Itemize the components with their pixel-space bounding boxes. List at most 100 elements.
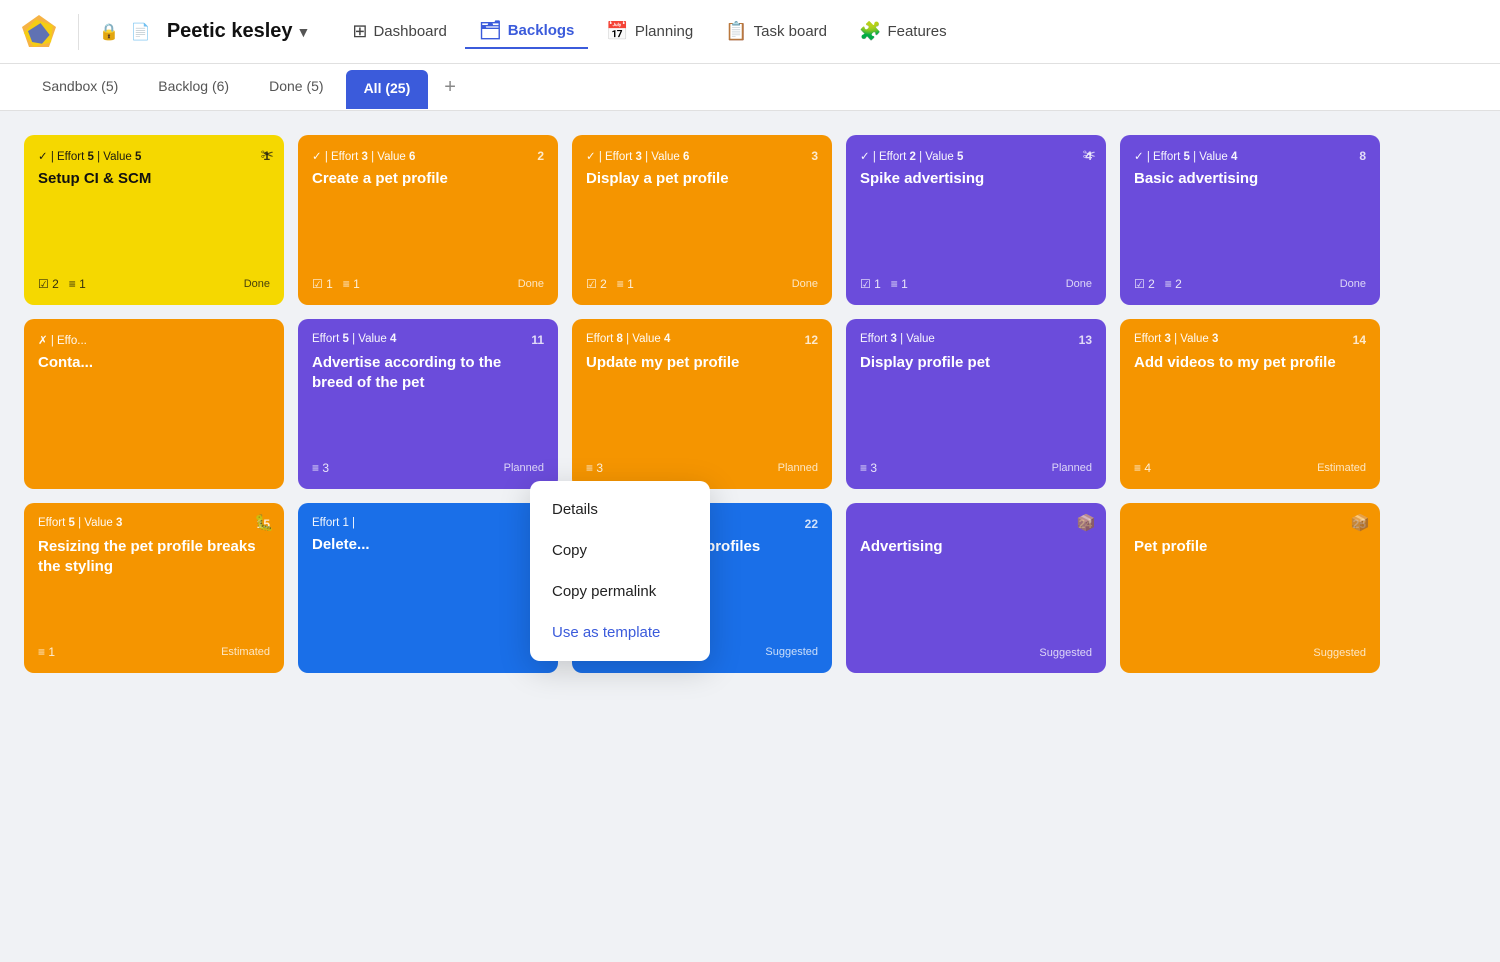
card-meta-2: ✓ | Effort 3 | Value 6 (312, 149, 415, 163)
planning-icon: 📅 (606, 21, 628, 42)
tab-done[interactable]: Done (5) (251, 64, 341, 111)
card-docs-13: ≡ 3 (860, 461, 877, 475)
card-title-25: Pet profile (1134, 537, 1366, 557)
package-icon-24: 📦 (1076, 513, 1096, 533)
taskboard-icon: 📋 (725, 21, 747, 42)
card-resizing-pet-profile[interactable]: Effort 5 | Value 3 15 🐛 Resizing the pet… (24, 503, 284, 673)
nav-backlogs-label: Backlogs (508, 22, 575, 39)
card-docs-11: ≡ 3 (312, 461, 329, 475)
nav-dashboard[interactable]: ⊞ Dashboard (338, 15, 460, 48)
card-num-3: 3 (811, 149, 818, 163)
card-meta-4: ✓ | Effort 2 | Value 5 (860, 149, 963, 163)
card-spike-advertising[interactable]: ✓ | Effort 2 | Value 5 4 ✂ Spike adverti… (846, 135, 1106, 305)
card-docs-15: ≡ 1 (38, 645, 55, 659)
card-status-1: Done (244, 278, 270, 290)
card-meta-14: Effort 3 | Value 3 (1134, 333, 1218, 345)
card-docs-5: ≡ 2 (1165, 277, 1182, 291)
card-setup-ci-scm[interactable]: ✓ | Effort 5 | Value 5 1 ✂ Setup CI & SC… (24, 135, 284, 305)
context-menu-copy[interactable]: Copy (530, 530, 710, 571)
card-status-15: Estimated (221, 646, 270, 658)
card-num-22: 22 (805, 517, 818, 531)
card-title-16: Delete... (312, 535, 544, 555)
card-meta-6: ✗ | Effo... (38, 333, 87, 347)
card-docs-4: ≡ 1 (891, 277, 908, 291)
nav-taskboard[interactable]: 📋 Task board (711, 15, 841, 48)
card-num-11: 11 (531, 333, 544, 347)
card-basic-advertising[interactable]: ✓ | Effort 5 | Value 4 8 Basic advertisi… (1120, 135, 1380, 305)
card-add-videos[interactable]: Effort 3 | Value 3 14 Add videos to my p… (1120, 319, 1380, 489)
card-docs-1: ≡ 1 (69, 277, 86, 291)
board: ✓ | Effort 5 | Value 5 1 ✂ Setup CI & SC… (0, 111, 1500, 697)
card-num-12: 12 (805, 333, 818, 347)
card-status-14: Estimated (1317, 462, 1366, 474)
doc-icon: 📄 (131, 22, 151, 42)
nav-taskboard-label: Task board (754, 23, 827, 40)
card-meta-15: Effort 5 | Value 3 (38, 517, 122, 529)
tab-sandbox[interactable]: Sandbox (5) (24, 64, 136, 111)
card-title-11: Advertise according to the breed of the … (312, 353, 544, 394)
nav-features[interactable]: 🧩 Features (845, 15, 961, 48)
logo[interactable] (20, 13, 58, 51)
context-menu: Details Copy Copy permalink Use as templ… (530, 481, 710, 661)
nav-dashboard-label: Dashboard (373, 23, 446, 40)
lock-icon: 🔒 (99, 22, 119, 42)
card-title-15: Resizing the pet profile breaks the styl… (38, 537, 270, 578)
header: 🔒 📄 Peetic kesley ▼ ⊞ Dashboard 🗂 Backlo… (0, 0, 1500, 64)
card-title-6: Conta... (38, 353, 270, 373)
card-display-profile-pet[interactable]: Effort 3 | Value 13 Display profile pet … (846, 319, 1106, 489)
card-create-pet-profile[interactable]: ✓ | Effort 3 | Value 6 2 Create a pet pr… (298, 135, 558, 305)
context-menu-use-as-template[interactable]: Use as template (530, 612, 710, 653)
card-title-3: Display a pet profile (586, 169, 818, 189)
card-meta-3: ✓ | Effort 3 | Value 6 (586, 149, 689, 163)
card-status-4: Done (1066, 278, 1092, 290)
card-status-22: Suggested (765, 646, 818, 658)
card-docs-3: ≡ 1 (617, 277, 634, 291)
card-title-14: Add videos to my pet profile (1134, 353, 1366, 373)
card-meta-1: ✓ | Effort 5 | Value 5 (38, 149, 141, 163)
card-advertise-breed[interactable]: Effort 5 | Value 4 11 Advertise accordin… (298, 319, 558, 489)
card-checks-2: ☑ 1 (312, 277, 333, 291)
add-tab-button[interactable]: + (432, 68, 468, 107)
card-status-5: Done (1340, 278, 1366, 290)
card-checks-4: ☑ 1 (860, 277, 881, 291)
card-title-4: Spike advertising (860, 169, 1092, 189)
nav-features-label: Features (887, 23, 946, 40)
scissors-icon-4: ✂ (1083, 145, 1096, 165)
context-menu-details[interactable]: Details (530, 489, 710, 530)
card-advertising-suggested[interactable]: 24 📦 Advertising Suggested (846, 503, 1106, 673)
tab-backlog[interactable]: Backlog (6) (140, 64, 247, 111)
card-meta-5: ✓ | Effort 5 | Value 4 (1134, 149, 1237, 163)
tab-all[interactable]: All (25) (346, 70, 429, 109)
card-status-11: Planned (504, 462, 544, 474)
card-status-25: Suggested (1313, 647, 1366, 659)
card-title-13: Display profile pet (860, 353, 1092, 373)
card-checks-5: ☑ 2 (1134, 277, 1155, 291)
chevron-down-icon: ▼ (297, 24, 311, 40)
card-status-24: Suggested (1039, 647, 1092, 659)
card-status-2: Done (518, 278, 544, 290)
card-title-1: Setup CI & SCM (38, 169, 270, 189)
bug-icon-15: 🐛 (254, 513, 274, 533)
card-update-pet-profile[interactable]: Effort 8 | Value 4 12 Update my pet prof… (572, 319, 832, 489)
context-menu-copy-permalink[interactable]: Copy permalink (530, 571, 710, 612)
nav-planning[interactable]: 📅 Planning (592, 15, 707, 48)
card-checks-1: ☑ 2 (38, 277, 59, 291)
nav-backlogs[interactable]: 🗂 Backlogs (465, 14, 589, 49)
card-partial-delete[interactable]: Effort 1 | Delete... (298, 503, 558, 673)
card-meta-16: Effort 1 | (312, 517, 355, 529)
project-name[interactable]: Peetic kesley ▼ (167, 20, 311, 43)
backlogs-icon: 🗂 (479, 20, 502, 41)
scissors-icon-1: ✂ (261, 145, 274, 165)
card-partial-contact[interactable]: ✗ | Effo... Conta... (24, 319, 284, 489)
card-meta-13: Effort 3 | Value (860, 333, 935, 345)
card-docs-14: ≡ 4 (1134, 461, 1151, 475)
card-num-2: 2 (537, 149, 544, 163)
card-meta-12: Effort 8 | Value 4 (586, 333, 670, 345)
dashboard-icon: ⊞ (352, 21, 367, 42)
card-pet-profile-suggested[interactable]: 25 📦 Pet profile Suggested (1120, 503, 1380, 673)
card-title-5: Basic advertising (1134, 169, 1366, 189)
card-display-pet-profile[interactable]: ✓ | Effort 3 | Value 6 3 Display a pet p… (572, 135, 832, 305)
card-docs-12: ≡ 3 (586, 461, 603, 475)
header-divider (78, 14, 79, 50)
tabs-bar: Sandbox (5) Backlog (6) Done (5) All (25… (0, 64, 1500, 111)
